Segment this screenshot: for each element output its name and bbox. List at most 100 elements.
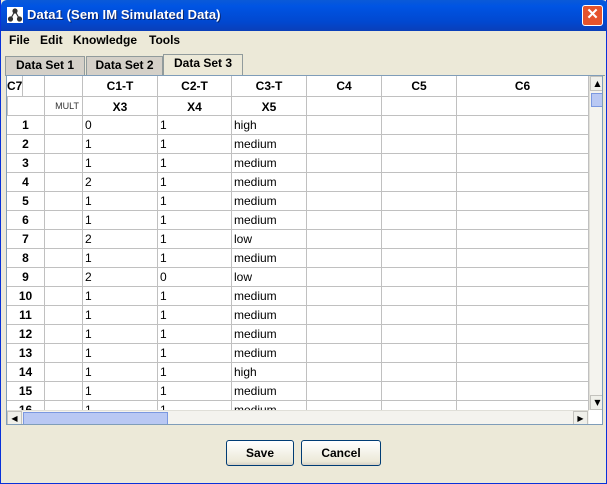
table-cell-empty[interactable] [457, 306, 589, 325]
menu-tools[interactable]: Tools [149, 33, 180, 47]
save-button[interactable]: Save [226, 440, 294, 466]
mult-cell[interactable] [45, 363, 83, 382]
table-cell-x5[interactable]: high [232, 363, 307, 382]
table-cell-x4[interactable]: 1 [158, 363, 232, 382]
table-cell-x5[interactable]: medium [232, 306, 307, 325]
table-cell-empty[interactable] [307, 306, 382, 325]
row-number[interactable]: 15 [7, 382, 45, 401]
column-header[interactable]: C5 [382, 76, 457, 97]
tab-data-set-2[interactable]: Data Set 2 [86, 56, 163, 75]
table-cell-empty[interactable] [457, 154, 589, 173]
table-cell-x3[interactable]: 1 [83, 249, 158, 268]
cancel-button[interactable]: Cancel [301, 440, 381, 466]
title-bar[interactable]: Data1 (Sem IM Simulated Data) ✕ [1, 0, 607, 31]
table-cell-empty[interactable] [457, 116, 589, 135]
table-cell-empty[interactable] [382, 268, 457, 287]
table-cell-empty[interactable] [457, 211, 589, 230]
mult-cell[interactable] [45, 249, 83, 268]
mult-cell[interactable] [45, 325, 83, 344]
table-cell-x4[interactable]: 1 [158, 211, 232, 230]
table-cell-empty[interactable] [382, 306, 457, 325]
table-cell-x4[interactable]: 1 [158, 173, 232, 192]
variable-name-cell[interactable]: X4 [158, 97, 232, 116]
table-cell-x4[interactable]: 1 [158, 135, 232, 154]
table-cell-x5[interactable]: medium [232, 211, 307, 230]
column-header[interactable]: C1-T [83, 76, 158, 97]
table-cell-empty[interactable] [382, 135, 457, 154]
row-number[interactable]: 14 [7, 363, 45, 382]
row-number[interactable]: 6 [7, 211, 45, 230]
table-cell-x3[interactable]: 2 [83, 173, 158, 192]
menu-edit[interactable]: Edit [40, 33, 63, 47]
mult-cell[interactable] [45, 268, 83, 287]
row-number[interactable]: 9 [7, 268, 45, 287]
table-cell-empty[interactable] [307, 192, 382, 211]
variable-name-cell[interactable] [382, 97, 457, 116]
table-cell-x5[interactable]: medium [232, 344, 307, 363]
table-cell-x4[interactable]: 0 [158, 268, 232, 287]
table-cell-empty[interactable] [382, 382, 457, 401]
row-number[interactable]: 13 [7, 344, 45, 363]
variable-name-cell[interactable] [457, 97, 589, 116]
table-cell-x5[interactable]: low [232, 230, 307, 249]
scroll-down-button[interactable]: ▼ [590, 395, 602, 410]
mult-cell[interactable] [45, 287, 83, 306]
table-cell-x4[interactable]: 1 [158, 306, 232, 325]
table-cell-empty[interactable] [382, 192, 457, 211]
table-cell-x3[interactable]: 1 [83, 344, 158, 363]
table-cell-empty[interactable] [457, 135, 589, 154]
column-header[interactable]: C7 [7, 76, 24, 97]
vertical-scroll-thumb[interactable] [591, 93, 602, 107]
column-header[interactable]: C3-T [232, 76, 307, 97]
table-cell-x5[interactable]: low [232, 268, 307, 287]
table-cell-x3[interactable]: 2 [83, 230, 158, 249]
table-cell-x3[interactable]: 1 [83, 325, 158, 344]
variable-name-cell[interactable] [7, 97, 8, 116]
table-cell-x5[interactable]: medium [232, 287, 307, 306]
variable-name-cell[interactable]: X3 [83, 97, 158, 116]
table-cell-empty[interactable] [307, 363, 382, 382]
table-cell-empty[interactable] [307, 268, 382, 287]
table-cell-x3[interactable]: 2 [83, 268, 158, 287]
table-cell-x3[interactable]: 1 [83, 192, 158, 211]
variable-name-cell[interactable] [307, 97, 382, 116]
table-cell-empty[interactable] [457, 287, 589, 306]
table-cell-empty[interactable] [307, 135, 382, 154]
table-cell-x4[interactable]: 1 [158, 249, 232, 268]
row-number[interactable]: 11 [7, 306, 45, 325]
column-header[interactable]: C2-T [158, 76, 232, 97]
row-number[interactable]: 8 [7, 249, 45, 268]
table-cell-x4[interactable]: 1 [158, 344, 232, 363]
table-cell-empty[interactable] [307, 249, 382, 268]
tab-data-set-1[interactable]: Data Set 1 [5, 56, 85, 75]
table-cell-empty[interactable] [382, 211, 457, 230]
table-cell-x3[interactable]: 1 [83, 211, 158, 230]
table-cell-x5[interactable]: medium [232, 249, 307, 268]
mult-cell[interactable] [45, 230, 83, 249]
table-cell-empty[interactable] [457, 363, 589, 382]
horizontal-scrollbar[interactable]: ◀ ▶ [7, 410, 589, 424]
table-cell-x5[interactable]: medium [232, 192, 307, 211]
mult-cell[interactable] [45, 173, 83, 192]
table-cell-x3[interactable]: 1 [83, 154, 158, 173]
menu-knowledge[interactable]: Knowledge [73, 33, 137, 47]
table-cell-x4[interactable]: 1 [158, 325, 232, 344]
vertical-scrollbar[interactable]: ▲ ▼ [589, 76, 602, 410]
table-cell-x4[interactable]: 1 [158, 154, 232, 173]
table-cell-empty[interactable] [382, 154, 457, 173]
table-cell-x4[interactable]: 1 [158, 382, 232, 401]
table-cell-empty[interactable] [307, 116, 382, 135]
horizontal-scroll-thumb[interactable] [23, 412, 168, 424]
table-cell-x4[interactable]: 1 [158, 192, 232, 211]
table-cell-x5[interactable]: high [232, 116, 307, 135]
table-cell-empty[interactable] [307, 154, 382, 173]
table-cell-empty[interactable] [457, 325, 589, 344]
mult-cell[interactable] [45, 192, 83, 211]
table-cell-empty[interactable] [457, 268, 589, 287]
table-cell-empty[interactable] [307, 211, 382, 230]
variable-name-cell[interactable]: X5 [232, 97, 307, 116]
row-number[interactable]: 1 [7, 116, 45, 135]
table-cell-x5[interactable]: medium [232, 382, 307, 401]
table-cell-x5[interactable]: medium [232, 135, 307, 154]
table-cell-empty[interactable] [382, 287, 457, 306]
